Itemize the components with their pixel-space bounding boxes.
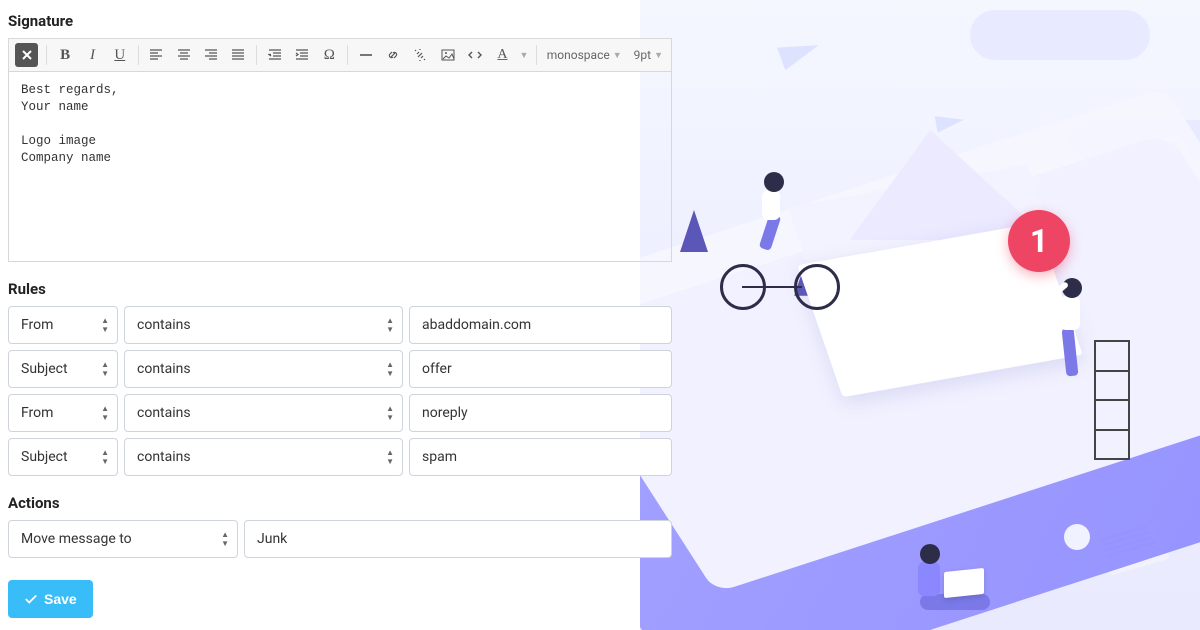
indent-icon[interactable] bbox=[288, 41, 315, 69]
rules-list: From▲▼ contains▲▼ abaddomain.com Subject… bbox=[8, 306, 672, 476]
sitting-person-icon bbox=[900, 490, 1020, 610]
italic-button[interactable]: I bbox=[79, 41, 106, 69]
underline-button[interactable]: U bbox=[106, 41, 133, 69]
paper-plane-icon bbox=[777, 34, 823, 70]
rule-row: From▲▼ contains▲▼ noreply bbox=[8, 394, 672, 432]
outdent-icon[interactable] bbox=[261, 41, 288, 69]
rule-row: Subject▲▼ contains▲▼ offer bbox=[8, 350, 672, 388]
special-char-icon[interactable]: Ω bbox=[316, 41, 343, 69]
rule-value-input[interactable]: abaddomain.com bbox=[409, 306, 672, 344]
toolbar-separator bbox=[347, 45, 348, 65]
toolbar-separator bbox=[46, 45, 47, 65]
actions-row: Move message to▲▼ Junk bbox=[8, 520, 672, 558]
tree-icon bbox=[680, 210, 708, 252]
rule-row: From▲▼ contains▲▼ abaddomain.com bbox=[8, 306, 672, 344]
check-icon bbox=[24, 592, 38, 606]
rule-row: Subject▲▼ contains▲▼ spam bbox=[8, 438, 672, 476]
rule-condition-select[interactable]: contains▲▼ bbox=[124, 306, 403, 344]
image-icon[interactable] bbox=[434, 41, 461, 69]
ladder-person-icon bbox=[1060, 260, 1140, 460]
editor-toolbar: B I U Ω A ▼ monospace▼ 9pt▼ bbox=[8, 38, 672, 72]
rule-field-select[interactable]: From▲▼ bbox=[8, 306, 118, 344]
align-center-icon[interactable] bbox=[170, 41, 197, 69]
font-size-select[interactable]: 9pt▼ bbox=[628, 48, 669, 62]
signature-heading: Signature bbox=[8, 12, 672, 30]
action-target-input[interactable]: Junk bbox=[244, 520, 672, 558]
rule-field-select[interactable]: From▲▼ bbox=[8, 394, 118, 432]
bold-button[interactable]: B bbox=[51, 41, 78, 69]
font-family-select[interactable]: monospace▼ bbox=[541, 48, 628, 62]
align-right-icon[interactable] bbox=[197, 41, 224, 69]
rule-value-input[interactable]: offer bbox=[409, 350, 672, 388]
toolbar-separator bbox=[256, 45, 257, 65]
hero-illustration: 1 bbox=[640, 0, 1200, 630]
toolbar-separator bbox=[138, 45, 139, 65]
link-icon[interactable] bbox=[379, 41, 406, 69]
signature-editor[interactable]: Best regards, Your name Logo image Compa… bbox=[8, 72, 672, 262]
align-left-icon[interactable] bbox=[143, 41, 170, 69]
cyclist-icon bbox=[720, 170, 840, 310]
align-justify-icon[interactable] bbox=[225, 41, 252, 69]
toolbar-separator bbox=[536, 45, 537, 65]
rule-field-select[interactable]: Subject▲▼ bbox=[8, 438, 118, 476]
text-color-dropdown-icon[interactable]: ▼ bbox=[516, 41, 532, 69]
rule-value-input[interactable]: noreply bbox=[409, 394, 672, 432]
save-button[interactable]: Save bbox=[8, 580, 93, 618]
actions-heading: Actions bbox=[8, 494, 672, 512]
close-editor-icon[interactable] bbox=[15, 43, 38, 67]
horizontal-rule-icon[interactable] bbox=[352, 41, 379, 69]
save-button-label: Save bbox=[44, 591, 77, 607]
rules-heading: Rules bbox=[8, 280, 672, 298]
rule-condition-select[interactable]: contains▲▼ bbox=[124, 350, 403, 388]
code-icon[interactable] bbox=[461, 41, 488, 69]
text-color-icon[interactable]: A bbox=[489, 41, 516, 69]
rule-condition-select[interactable]: contains▲▼ bbox=[124, 394, 403, 432]
rule-condition-select[interactable]: contains▲▼ bbox=[124, 438, 403, 476]
action-type-select[interactable]: Move message to▲▼ bbox=[8, 520, 238, 558]
rule-value-input[interactable]: spam bbox=[409, 438, 672, 476]
rule-field-select[interactable]: Subject▲▼ bbox=[8, 350, 118, 388]
unlink-icon[interactable] bbox=[407, 41, 434, 69]
envelope-icon bbox=[820, 180, 1060, 380]
